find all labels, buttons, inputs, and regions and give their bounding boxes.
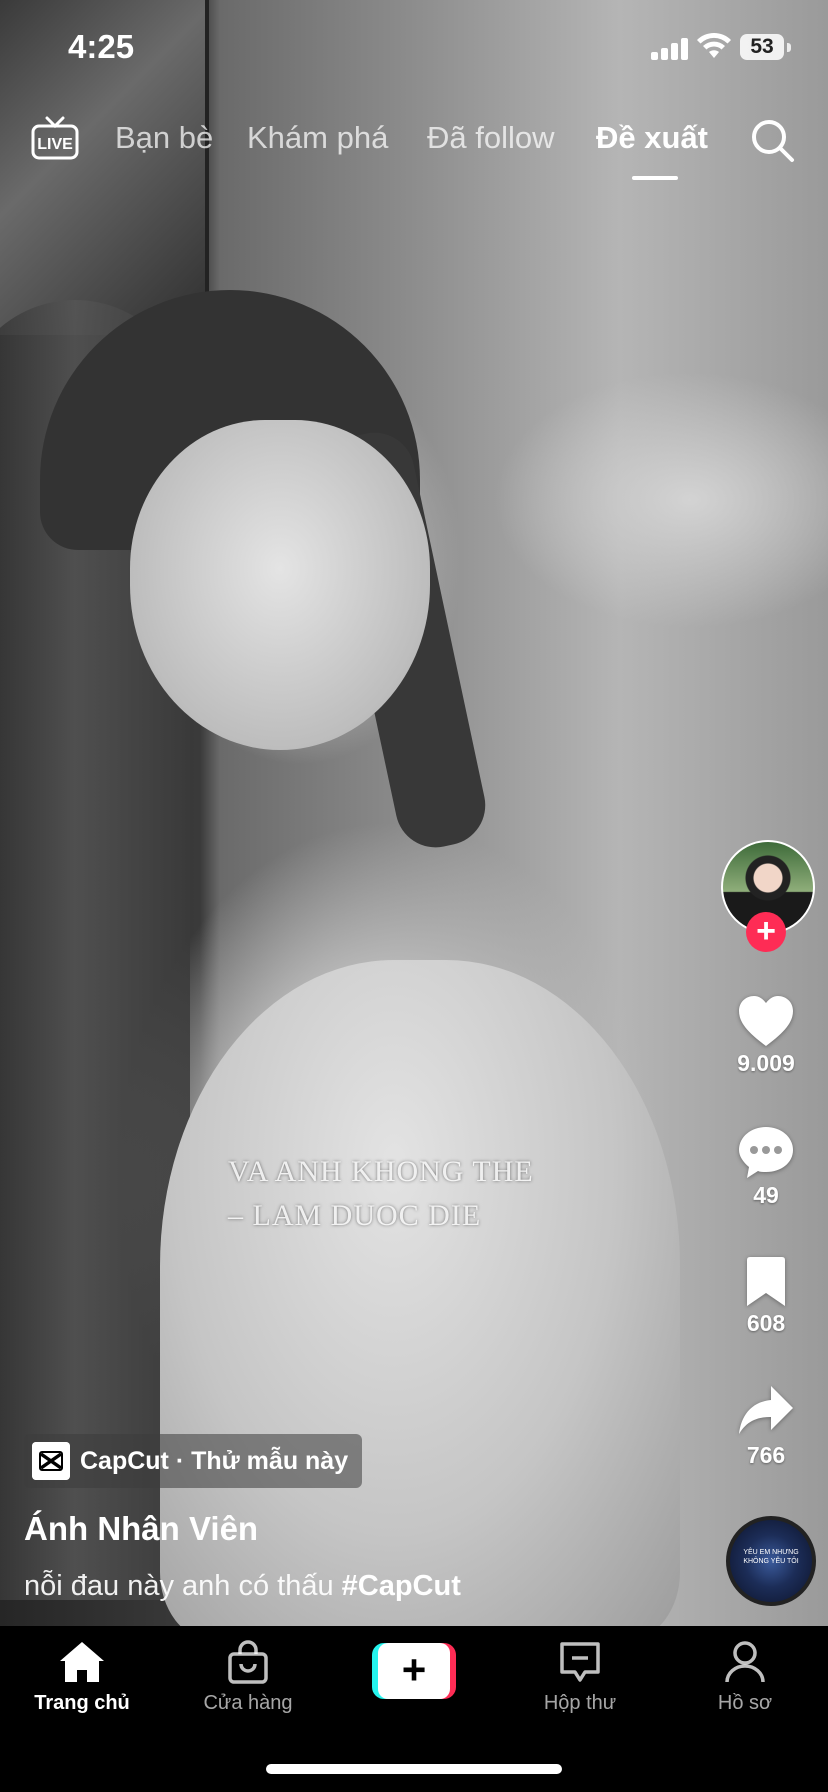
video-player[interactable]: VA ANH KHONG THE – LAM DUOC DIE	[0, 0, 828, 1626]
wifi-icon	[697, 32, 731, 58]
tab-explore[interactable]: Khám phá	[247, 120, 388, 156]
nav-home-label: Trang chủ	[34, 1692, 130, 1714]
tab-for-you[interactable]: Đề xuất	[596, 120, 708, 156]
caption-text: nỗi đau này anh có thấu	[24, 1570, 342, 1602]
comment-bubble-icon	[739, 1127, 793, 1178]
nav-home[interactable]: Trang chủ	[7, 1640, 157, 1715]
capcut-logo-icon	[32, 1442, 70, 1480]
bookmark-icon	[747, 1257, 785, 1306]
plus-icon: +	[378, 1643, 450, 1699]
comment-count: 49	[753, 1182, 779, 1208]
video-overlay-text: VA ANH KHONG THE – LAM DUOC DIE	[228, 1150, 648, 1238]
music-disc[interactable]: YÊU EM NHƯNG KHÔNG YÊU TÔI	[726, 1516, 816, 1606]
nav-profile[interactable]: Hồ sơ	[670, 1640, 820, 1715]
search-icon[interactable]	[748, 116, 796, 164]
nav-inbox[interactable]: Hộp thư	[505, 1640, 655, 1715]
shop-bag-icon	[228, 1640, 268, 1684]
home-indicator-bar[interactable]	[266, 1764, 562, 1774]
live-label: LIVE	[37, 136, 73, 153]
tab-friends[interactable]: Bạn bè	[115, 120, 213, 156]
video-overlay-line-1: VA ANH KHONG THE	[228, 1155, 534, 1188]
top-feed-nav: LIVE Bạn bè Khám phá Đã follow Đề xuất	[0, 110, 828, 190]
tab-following[interactable]: Đã follow	[427, 120, 555, 156]
nav-profile-label: Hồ sơ	[717, 1692, 773, 1714]
nav-shop[interactable]: Cửa hàng	[173, 1640, 323, 1715]
cellular-signal-icon	[651, 36, 691, 60]
capcut-template-pill[interactable]: CapCut · Thử mẫu này	[24, 1434, 363, 1488]
nav-shop-label: Cửa hàng	[203, 1692, 293, 1714]
nav-inbox-label: Hộp thư	[543, 1692, 617, 1714]
caption-hashtag[interactable]: #CapCut	[342, 1570, 461, 1602]
share-count: 766	[746, 1442, 786, 1468]
create-post-button[interactable]: +	[372, 1643, 456, 1699]
video-subject-face	[130, 420, 430, 750]
battery-icon: 53	[740, 34, 784, 60]
heart-icon	[739, 996, 793, 1046]
save-button[interactable]: 608	[720, 1256, 812, 1337]
save-count: 608	[746, 1310, 786, 1336]
battery-cap	[787, 43, 791, 52]
video-overlay-line-2: – LAM DUOC DIE	[228, 1199, 482, 1232]
post-caption: nỗi đau này anh có thấu #CapCut	[24, 1570, 461, 1603]
status-bar: 4:25 53	[0, 0, 828, 100]
follow-plus-button[interactable]: +	[746, 912, 786, 952]
share-button[interactable]: 766	[720, 1384, 812, 1469]
share-arrow-icon	[739, 1386, 793, 1434]
status-time: 4:25	[68, 28, 135, 65]
home-icon	[60, 1642, 104, 1682]
inbox-icon	[560, 1642, 600, 1682]
like-button[interactable]: 9.009	[720, 994, 812, 1077]
active-tab-indicator	[632, 176, 678, 180]
capcut-template-label: CapCut · Thử mẫu này	[80, 1446, 349, 1475]
profile-icon	[725, 1641, 765, 1683]
like-count: 9.009	[737, 1050, 795, 1076]
comment-button[interactable]: 49	[720, 1124, 812, 1209]
creator-username[interactable]: Ánh Nhân Viên	[24, 1510, 258, 1548]
live-tv-icon[interactable]: LIVE	[30, 116, 80, 162]
music-disc-text: YÊU EM NHƯNG KHÔNG YÊU TÔI	[743, 1549, 799, 1565]
